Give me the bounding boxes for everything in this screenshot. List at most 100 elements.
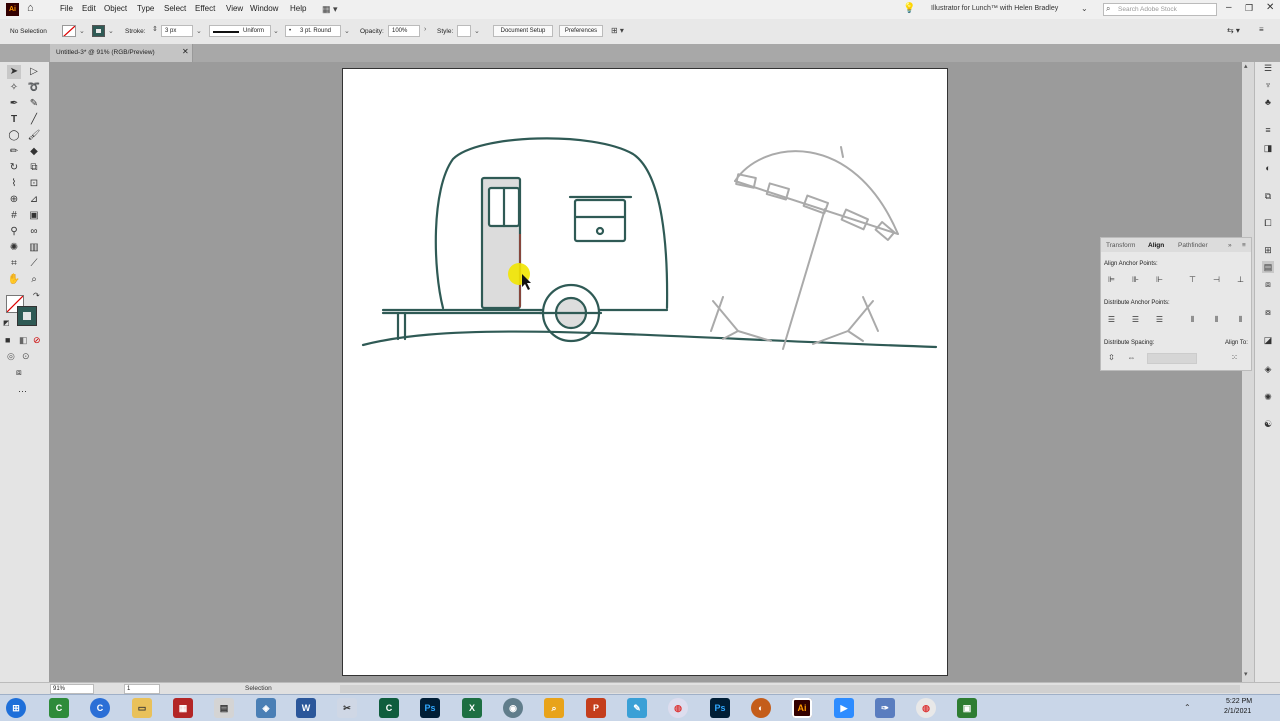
chrome-2-icon[interactable]: ◍ [916, 698, 936, 718]
pathfinder-icon[interactable]: ⧈ [1262, 278, 1274, 290]
menu-type[interactable]: Type [137, 4, 154, 13]
word-icon[interactable]: W [296, 698, 316, 718]
shape-builder-tool-icon[interactable]: ⊕ [7, 193, 21, 207]
stroke-color-icon[interactable] [17, 306, 37, 326]
draw-behind-icon[interactable]: ⊙ [22, 351, 30, 362]
rotate-tool-icon[interactable]: ↻ [7, 161, 21, 175]
more-tools-icon[interactable]: ⋯ [18, 386, 27, 397]
swap-fill-stroke-icon[interactable]: ↷ [33, 291, 40, 300]
slice-tool-icon[interactable]: ⟋ [27, 257, 41, 271]
menu-file[interactable]: File [60, 4, 73, 13]
restore-button[interactable]: ❐ [1245, 3, 1253, 14]
horizontal-align-left-icon[interactable]: ⊫ [1106, 275, 1117, 285]
stroke-label[interactable]: Stroke: [125, 28, 146, 35]
media-icon[interactable]: ◉ [503, 698, 523, 718]
search-app-icon[interactable]: ⌕ [544, 698, 564, 718]
lightbulb-icon[interactable]: 💡 [903, 3, 915, 14]
app-icon[interactable]: ◈ [256, 698, 276, 718]
align-to-selection-icon[interactable]: ⁙ [1229, 353, 1240, 363]
pencil-tool-icon[interactable]: ✏ [7, 145, 21, 159]
line-tool-icon[interactable]: ╱ [27, 113, 41, 127]
start-button-icon[interactable]: ⊞ [6, 698, 26, 718]
ai-logo-icon[interactable]: Ai [6, 3, 19, 16]
asset-export-icon[interactable]: ⧇ [1262, 306, 1274, 318]
export-icon[interactable]: ⧉ [1262, 190, 1274, 202]
chevron-down-icon[interactable]: ⌄ [474, 27, 480, 35]
menu-select[interactable]: Select [164, 4, 186, 13]
mesh-tool-icon[interactable]: # [7, 209, 21, 223]
horizontal-align-right-icon[interactable]: ⊩ [1154, 275, 1165, 285]
photoshop-icon[interactable]: Ps [420, 698, 440, 718]
spacing-field[interactable] [1147, 353, 1197, 364]
layers-icon[interactable]: ◈ [1262, 363, 1274, 375]
close-button[interactable]: ✕ [1266, 2, 1274, 13]
appearance-icon[interactable]: ✺ [1262, 391, 1274, 403]
paintbrush-tool-icon[interactable]: 🖌 [27, 129, 41, 143]
vertical-scrollbar[interactable]: ▴ ▾ [1242, 62, 1254, 682]
zoom-app-icon[interactable]: ▶ [834, 698, 854, 718]
feather-app-icon[interactable]: ✑ [875, 698, 895, 718]
tab-pathfinder[interactable]: Pathfinder [1178, 242, 1208, 249]
opacity-field[interactable]: 100% [388, 25, 420, 37]
properties-icon[interactable]: ☰ [1262, 62, 1274, 74]
symbol-sprayer-tool-icon[interactable]: ✺ [7, 241, 21, 255]
clock-date[interactable]: 2/1/2021 [1224, 708, 1251, 715]
none-mode-icon[interactable]: ⊘ [33, 335, 41, 346]
terminal-app-icon[interactable]: ▣ [957, 698, 977, 718]
illustrator-taskbar-icon[interactable]: Ai [792, 698, 812, 718]
selection-tool-icon[interactable]: ➤ [7, 65, 21, 79]
tab-align[interactable]: Align [1148, 242, 1164, 249]
magic-wand-tool-icon[interactable]: ✧ [7, 81, 21, 95]
screen-mode-icon[interactable]: ⧈ [16, 367, 22, 378]
chevron-down-icon[interactable]: ⌄ [273, 27, 279, 35]
search-input[interactable]: Search Adobe Stock [1118, 6, 1177, 13]
powerpoint-icon[interactable]: P [586, 698, 606, 718]
menu-view[interactable]: View [226, 4, 243, 13]
gradient-mode-icon[interactable]: ◧ [19, 335, 28, 346]
stroke-panel-icon[interactable]: ≡ [1262, 124, 1274, 136]
blend-tool-icon[interactable]: ∞ [27, 225, 41, 239]
control-menu-icon[interactable]: ≡ [1259, 25, 1264, 34]
system-tray-arrow-icon[interactable]: ⌃ [1184, 703, 1191, 712]
horizontal-distribute-space-icon[interactable]: ⇔ [1126, 353, 1137, 363]
stock-search[interactable]: ⌕ Search Adobe Stock [1103, 3, 1217, 16]
ellipse-tool-icon[interactable]: ◯ [7, 129, 21, 143]
variable-width-profile[interactable]: Uniform [209, 25, 271, 37]
zoom-tool-icon[interactable]: ⌕ [27, 273, 41, 287]
gradient-tool-icon[interactable]: ▣ [27, 209, 41, 223]
direct-selection-tool-icon[interactable]: ▷ [27, 65, 41, 79]
stroke-weight-field[interactable]: 3 px [161, 25, 193, 37]
vertical-align-bottom-icon[interactable]: ⊥ [1235, 275, 1246, 285]
column-graph-tool-icon[interactable]: ▥ [27, 241, 41, 255]
menu-effect[interactable]: Effect [195, 4, 215, 13]
hand-tool-icon[interactable]: ✋ [7, 273, 21, 287]
distribute-bottom-icon[interactable]: ☰ [1154, 315, 1165, 325]
gradient-panel-icon[interactable]: ◨ [1262, 142, 1274, 154]
document-setup-button[interactable]: Document Setup [493, 25, 553, 37]
libraries-icon[interactable]: ◪ [1262, 334, 1274, 346]
menu-window[interactable]: Window [250, 4, 278, 13]
tab-transform[interactable]: Transform [1106, 242, 1135, 249]
chevron-down-icon[interactable]: ⌄ [79, 27, 85, 35]
color-guide-icon[interactable]: ☯ [1262, 418, 1274, 430]
menu-object[interactable]: Object [104, 4, 127, 13]
distribute-top-icon[interactable]: ☰ [1106, 315, 1117, 325]
free-transform-tool-icon[interactable]: ⊡ [27, 177, 41, 191]
artboards-icon[interactable]: ⧠ [1262, 217, 1274, 229]
horizontal-align-center-icon[interactable]: ⊪ [1130, 275, 1141, 285]
transparency-icon[interactable]: ◐ [1262, 162, 1274, 174]
file-explorer-icon[interactable]: ▭ [132, 698, 152, 718]
browser-c-icon[interactable]: C [90, 698, 110, 718]
scroll-down-icon[interactable]: ▾ [1244, 670, 1248, 678]
preferences-button[interactable]: Preferences [559, 25, 603, 37]
chevron-down-icon[interactable]: ⌄ [344, 27, 350, 35]
clock-time[interactable]: 5:22 PM [1226, 698, 1252, 705]
align-panel-icon[interactable]: ▤ [1262, 261, 1274, 273]
excel-icon[interactable]: X [462, 698, 482, 718]
artboard-navigator[interactable]: 1 [124, 684, 160, 694]
vertical-distribute-space-icon[interactable]: ⇳ [1106, 353, 1117, 363]
calendar-icon[interactable]: ▤ [214, 698, 234, 718]
eraser-tool-icon[interactable]: ◆ [27, 145, 41, 159]
distribute-left-icon[interactable]: ⦀ [1187, 315, 1198, 325]
minimize-button[interactable]: – [1226, 2, 1232, 13]
